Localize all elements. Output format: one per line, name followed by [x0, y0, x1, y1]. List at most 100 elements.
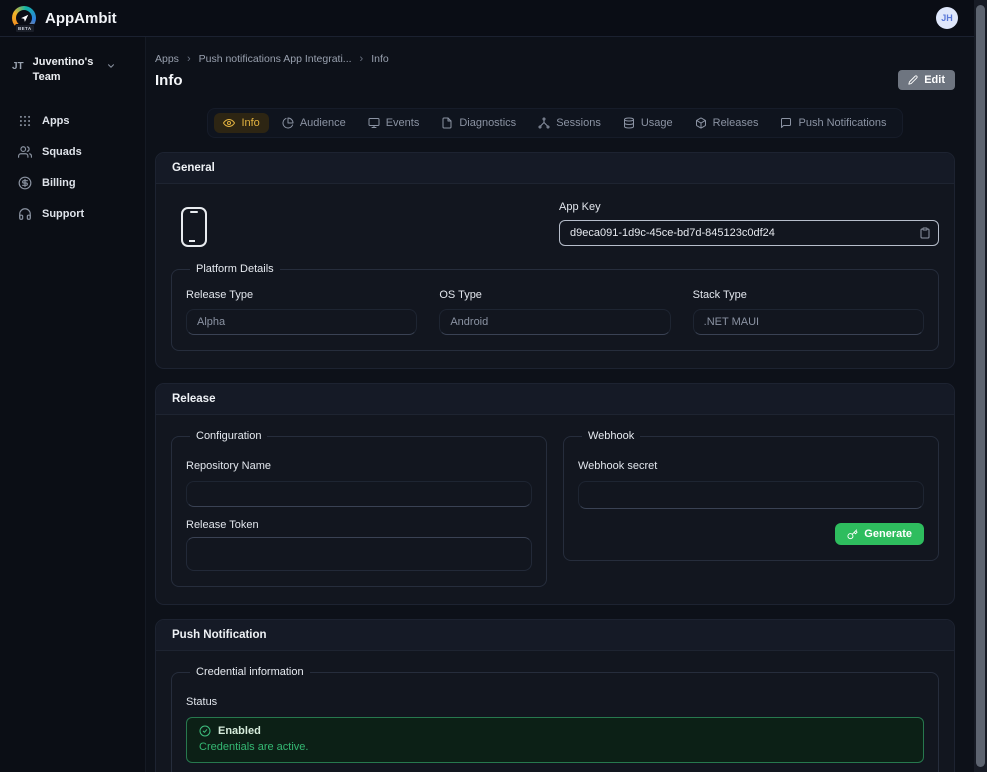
- tab-usage[interactable]: Usage: [614, 113, 682, 133]
- package-icon: [695, 117, 707, 129]
- webhook-secret-input[interactable]: [578, 481, 924, 509]
- stack-type-field: Stack Type: [693, 289, 924, 335]
- status-label: Status: [186, 696, 924, 708]
- brand-name: AppAmbit: [45, 10, 117, 27]
- pie-chart-icon: [282, 117, 294, 129]
- breadcrumb-info[interactable]: Info: [371, 53, 389, 65]
- stack-type-label: Stack Type: [693, 289, 924, 301]
- database-icon: [623, 117, 635, 129]
- app-key-label: App Key: [559, 201, 939, 213]
- os-type-input[interactable]: [439, 309, 670, 335]
- topbar: BETA AppAmbit JH: [0, 0, 974, 37]
- monitor-icon: [368, 117, 380, 129]
- release-type-input[interactable]: [186, 309, 417, 335]
- platform-details-legend: Platform Details: [190, 263, 280, 275]
- breadcrumb: Apps › Push notifications App Integrati.…: [155, 53, 955, 65]
- edit-button-label: Edit: [924, 74, 945, 86]
- sidebar-item-squads[interactable]: Squads: [12, 140, 133, 164]
- webhook-legend: Webhook: [582, 430, 640, 442]
- grid-icon: [18, 114, 32, 128]
- smartphone-icon: [181, 207, 207, 247]
- eye-icon: [223, 117, 235, 129]
- tab-label: Audience: [300, 117, 346, 129]
- edit-button[interactable]: Edit: [898, 70, 955, 90]
- os-type-label: OS Type: [439, 289, 670, 301]
- headset-icon: [18, 207, 32, 221]
- release-token-input[interactable]: [186, 537, 532, 571]
- status-value: Enabled: [218, 725, 261, 737]
- tab-audience[interactable]: Audience: [273, 113, 355, 133]
- chevron-right-icon: ›: [360, 53, 364, 65]
- stack-type-input[interactable]: [693, 309, 924, 335]
- sidebar-item-support[interactable]: Support: [12, 202, 133, 226]
- release-type-field: Release Type: [186, 289, 417, 335]
- credential-information-legend: Credential information: [190, 666, 310, 678]
- message-square-icon: [780, 117, 792, 129]
- tab-label: Events: [386, 117, 420, 129]
- tab-events[interactable]: Events: [359, 113, 429, 133]
- status-message: Credentials are active.: [199, 741, 911, 753]
- tab-diagnostics[interactable]: Diagnostics: [432, 113, 525, 133]
- check-circle-icon: [199, 725, 211, 737]
- sidebar-item-label: Squads: [42, 146, 82, 158]
- release-card: Release Configuration Repository Name Re…: [155, 383, 955, 605]
- key-icon: [847, 529, 858, 540]
- webhook-secret-label: Webhook secret: [578, 460, 924, 472]
- webhook-fieldset: Webhook Webhook secret Generate: [563, 430, 939, 561]
- sidebar-item-label: Apps: [42, 115, 70, 127]
- release-type-label: Release Type: [186, 289, 417, 301]
- sidebar: JT Juventino's Team Apps Squads: [0, 37, 146, 772]
- sidebar-item-apps[interactable]: Apps: [12, 109, 133, 133]
- os-type-field: OS Type: [439, 289, 670, 335]
- generate-button[interactable]: Generate: [835, 523, 924, 545]
- repository-name-input[interactable]: [186, 481, 532, 507]
- dollar-circle-icon: [18, 176, 32, 190]
- main-content: Apps › Push notifications App Integrati.…: [146, 37, 974, 772]
- team-name: Juventino's Team: [33, 55, 97, 85]
- sidebar-item-label: Billing: [42, 177, 76, 189]
- tab-info[interactable]: Info: [214, 113, 268, 133]
- configuration-legend: Configuration: [190, 430, 267, 442]
- chevron-right-icon: ›: [187, 53, 191, 65]
- sidebar-item-label: Support: [42, 208, 84, 220]
- sidebar-item-billing[interactable]: Billing: [12, 171, 133, 195]
- breadcrumb-apps[interactable]: Apps: [155, 53, 179, 65]
- credential-information-fieldset: Credential information Status Enabled Cr…: [171, 666, 939, 772]
- appambit-logo-icon: BETA: [12, 6, 36, 30]
- general-card-title: General: [156, 153, 954, 184]
- team-selector[interactable]: JT Juventino's Team: [12, 55, 133, 85]
- app-key-input[interactable]: [559, 220, 939, 246]
- platform-details-fieldset: Platform Details Release Type OS Type: [171, 263, 939, 351]
- status-enabled-alert: Enabled Credentials are active.: [186, 717, 924, 763]
- tab-label: Info: [241, 117, 259, 129]
- file-icon: [441, 117, 453, 129]
- push-notification-card-title: Push Notification: [156, 620, 954, 651]
- tab-label: Usage: [641, 117, 673, 129]
- network-icon: [538, 117, 550, 129]
- tab-push-notifications[interactable]: Push Notifications: [771, 113, 895, 133]
- page-title: Info: [155, 72, 183, 89]
- chevron-down-icon: [106, 61, 116, 71]
- breadcrumb-app[interactable]: Push notifications App Integrati...: [199, 53, 352, 65]
- app-root: BETA AppAmbit JH JT Juventino's Team App…: [0, 0, 987, 772]
- tab-bar: Info Audience Events: [207, 108, 902, 138]
- clipboard-copy-icon[interactable]: [919, 227, 931, 239]
- team-initials: JT: [12, 61, 24, 72]
- brand[interactable]: BETA AppAmbit: [12, 6, 117, 30]
- release-card-title: Release: [156, 384, 954, 415]
- release-token-label: Release Token: [186, 519, 532, 531]
- tab-label: Releases: [713, 117, 759, 129]
- tab-sessions[interactable]: Sessions: [529, 113, 610, 133]
- tab-label: Diagnostics: [459, 117, 516, 129]
- users-icon: [18, 145, 32, 159]
- sidebar-nav: Apps Squads Billing Support: [12, 109, 133, 226]
- scrollbar-thumb[interactable]: [976, 5, 985, 767]
- pencil-icon: [908, 75, 918, 85]
- page-scrollbar[interactable]: [974, 0, 987, 772]
- tab-label: Sessions: [556, 117, 601, 129]
- user-avatar[interactable]: JH: [936, 7, 958, 29]
- configuration-fieldset: Configuration Repository Name Release To…: [171, 430, 547, 587]
- repository-name-label: Repository Name: [186, 460, 532, 472]
- push-notification-card: Push Notification Credential information…: [155, 619, 955, 772]
- tab-releases[interactable]: Releases: [686, 113, 768, 133]
